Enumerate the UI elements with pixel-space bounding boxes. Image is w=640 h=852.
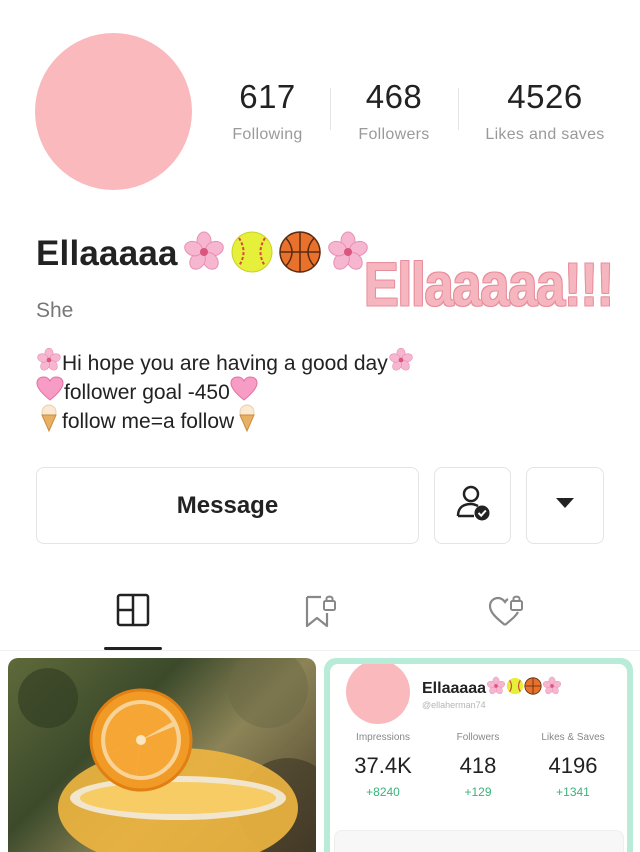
card-name-text: Ellaaaaa <box>422 679 487 697</box>
softball-icon <box>506 677 524 700</box>
card-stat-impressions: Impressions 37.4K +8240 <box>338 732 428 799</box>
post-card-photo[interactable] <box>8 658 316 852</box>
stat-following-label: Following <box>232 126 303 143</box>
more-dropdown-button[interactable] <box>526 467 604 544</box>
profile-bio: Hi hope you are having a good day follow… <box>36 347 414 436</box>
bio-line: Hi hope you are having a good day <box>36 347 414 381</box>
card-stat-label: Likes & Saves <box>541 732 605 743</box>
profile-stats: 617 Following 468 Followers 4526 Likes a… <box>205 78 640 148</box>
post-card-stats[interactable]: Ellaaaaa @ellaherman74 Impressions 37.4K… <box>324 658 633 852</box>
profile-name-row: Ellaaaaa <box>36 229 370 279</box>
follow-status-button[interactable] <box>434 467 511 544</box>
bio-line: follow me=a follow <box>36 404 414 436</box>
bio-line: follower goal -450 <box>36 375 414 407</box>
card-stat-likes-saves: Likes & Saves 4196 +1341 <box>528 732 618 799</box>
cherry-blossom-icon <box>542 676 562 701</box>
card-stat-delta: +8240 <box>366 785 400 799</box>
ice-cream-icon <box>234 404 260 440</box>
stat-followers-label: Followers <box>358 126 430 143</box>
card-stat-delta: +129 <box>464 785 492 799</box>
card-stat-label: Followers <box>456 732 500 743</box>
ice-cream-icon <box>36 404 62 440</box>
orange-drink-image <box>18 658 316 852</box>
card-stat-value: 418 <box>459 753 497 778</box>
avatar <box>346 664 410 724</box>
stat-likes-value: 4526 <box>507 78 583 115</box>
card-stat-label: Impressions <box>356 732 410 743</box>
user-check-icon <box>453 483 493 528</box>
softball-icon <box>230 230 274 279</box>
card-profile-name: Ellaaaaa <box>422 676 562 701</box>
card-handle: @ellaherman74 <box>422 700 486 710</box>
cherry-blossom-icon <box>388 347 414 381</box>
card-stat-value: 37.4K <box>354 753 412 778</box>
card-stat-value: 4196 <box>548 753 598 778</box>
stats-card-body: Ellaaaaa @ellaherman74 Impressions 37.4K… <box>330 664 627 852</box>
stat-following-value: 617 <box>239 78 296 115</box>
liked-locked-icon[interactable] <box>488 593 526 634</box>
stat-followers[interactable]: 468 Followers <box>345 78 443 144</box>
stat-following[interactable]: 617 Following <box>215 78 320 144</box>
bio-text: follower goal -450 <box>64 381 230 404</box>
bio-text: Hi hope you are having a good day <box>62 352 388 375</box>
content-tabs <box>0 585 640 650</box>
basketball-icon <box>278 230 322 279</box>
card-stat-delta: +1341 <box>556 785 590 799</box>
stat-likes[interactable]: 4526 Likes and saves <box>480 78 610 144</box>
divider <box>0 650 640 651</box>
cherry-blossom-icon <box>182 230 226 279</box>
message-button[interactable]: Message <box>36 467 419 544</box>
basketball-icon <box>524 677 542 700</box>
saved-locked-icon[interactable] <box>303 593 339 634</box>
notes-grid-icon[interactable] <box>116 593 150 632</box>
card-stat-followers: Followers 418 +129 <box>433 732 523 799</box>
profile-pronoun: She <box>36 299 74 322</box>
stat-divider <box>330 88 331 130</box>
stat-divider <box>458 88 459 130</box>
stat-followers-value: 468 <box>365 78 423 115</box>
profile-name-sticker: Ellaaaaa!!! <box>364 251 614 320</box>
profile-name: Ellaaaaa <box>36 234 178 273</box>
card-bottom-panel <box>334 830 624 852</box>
cherry-blossom-icon <box>486 676 506 701</box>
caret-down-icon <box>555 496 575 515</box>
bio-text: follow me=a follow <box>62 410 235 433</box>
profile-avatar[interactable] <box>35 33 192 190</box>
stat-likes-label: Likes and saves <box>485 126 605 143</box>
